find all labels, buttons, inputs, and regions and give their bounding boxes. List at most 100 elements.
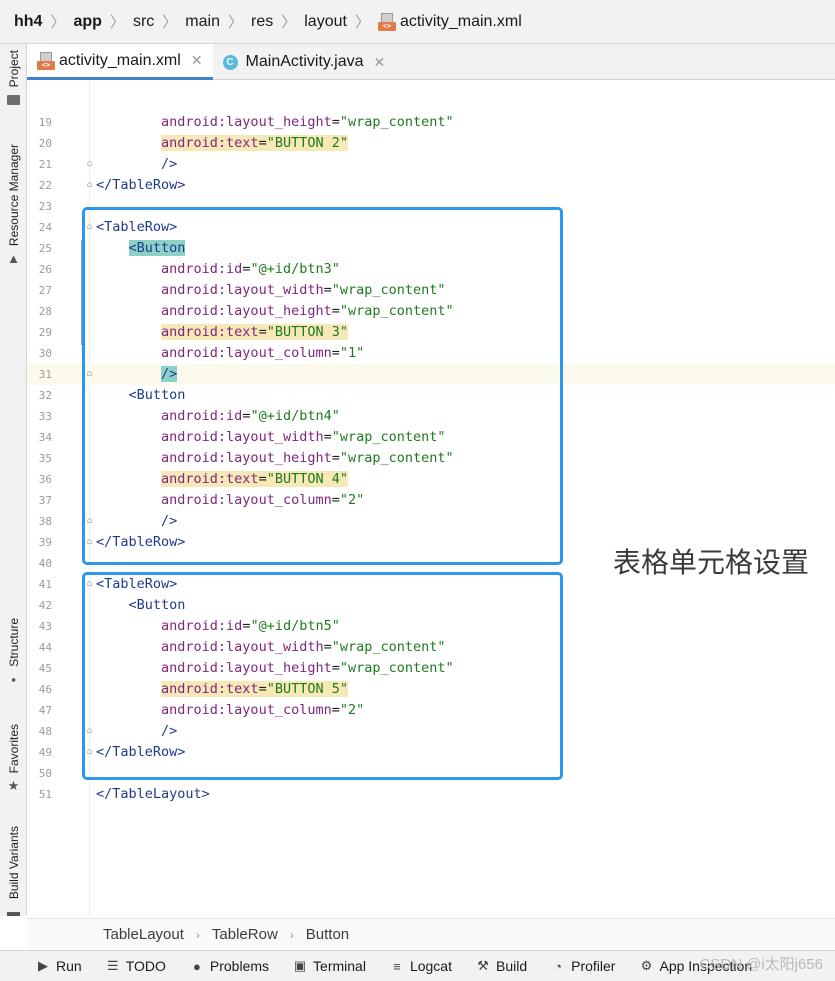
profiler-tool-button[interactable]: ◔ Profiler [551, 958, 615, 974]
build-tool-button[interactable]: ⚒ Build [476, 958, 527, 974]
structure-label: Structure [6, 618, 21, 667]
line-number: 43 [38, 620, 52, 633]
line-number: 29 [38, 326, 52, 339]
breadcrumb-project[interactable]: hh4 [14, 13, 42, 31]
close-icon[interactable]: ✕ [374, 54, 386, 71]
problems-label: Problems [209, 958, 270, 974]
line-number: 47 [38, 704, 52, 717]
breadcrumb-layout[interactable]: layout [304, 13, 347, 31]
fold-marker-icon[interactable]: ⌂ [85, 180, 94, 191]
crumb-table-row[interactable]: TableRow [212, 926, 278, 943]
line-number: 50 [38, 767, 52, 780]
star-icon: ★ [7, 778, 20, 794]
chevron-right-icon: › [289, 927, 294, 942]
crumb-table-layout[interactable]: TableLayout [103, 926, 184, 943]
line-number: 40 [38, 557, 52, 570]
line-number: 36 [38, 473, 52, 486]
line-number: 38 [38, 515, 52, 528]
line-number: 42 [38, 599, 52, 612]
attribute-value: "BUTTON 2" [266, 135, 348, 151]
attribute-name: android:text [161, 135, 259, 151]
code-text: android:text="BUTTON 2" [96, 133, 348, 154]
line-number: 20 [38, 137, 52, 150]
tab-label: activity_main.xml [59, 51, 181, 69]
terminal-tool-button[interactable]: ▣ Terminal [293, 958, 366, 974]
inspection-icon: ⚙ [640, 958, 653, 973]
breadcrumb-file[interactable]: activity_main.xml [400, 13, 522, 31]
chevron-right-icon: 〉 [50, 14, 66, 31]
fold-marker-icon[interactable]: ⌂ [85, 159, 94, 170]
line-number: 25 [38, 242, 52, 255]
problems-tool-button[interactable]: ● Problems [190, 958, 269, 974]
chevron-right-icon: 〉 [354, 14, 370, 31]
code-line[interactable]: 20 android:text="BUTTON 2" [27, 133, 835, 154]
code-line[interactable]: 22 ⌂ </TableRow> [27, 175, 835, 196]
line-number: 22 [38, 179, 52, 192]
tab-label: MainActivity.java [245, 53, 364, 70]
line-number: 35 [38, 452, 52, 465]
favorites-tool-button[interactable]: Favorites ★ [0, 724, 27, 793]
line-number: 41 [38, 578, 52, 591]
code-line[interactable]: 19 android:layout_height="wrap_content" [27, 112, 835, 133]
line-number: 44 [38, 641, 52, 654]
line-number: 28 [38, 305, 52, 318]
tab-activity-main-xml[interactable]: <> activity_main.xml ✕ [27, 44, 213, 80]
line-number: 49 [38, 746, 52, 759]
resource-manager-label: Resource Manager [6, 144, 21, 247]
structure-tool-button[interactable]: Structure ▪ [0, 618, 27, 687]
line-number: 31 [38, 368, 52, 381]
logcat-tool-button[interactable]: ≡ Logcat [390, 958, 452, 974]
chevron-right-icon: › [195, 927, 200, 942]
xml-tag: </TableRow> [96, 177, 186, 193]
line-number: 19 [38, 116, 52, 129]
annotation-label: 表格单元格设置 [613, 546, 810, 579]
breadcrumb-main[interactable]: main [185, 13, 220, 31]
logcat-label: Logcat [409, 958, 452, 974]
folder-icon [7, 95, 20, 106]
code-line[interactable]: 21 ⌂ /> [27, 154, 835, 175]
line-number: 39 [38, 536, 52, 549]
code-text: </TableLayout> [96, 784, 210, 805]
chevron-right-icon: 〉 [162, 14, 178, 31]
hammer-icon: ⚒ [477, 958, 489, 973]
profiler-label: Profiler [571, 958, 616, 974]
editor-breadcrumb: TableLayout › TableRow › Button [27, 918, 835, 950]
xml-tag: </TableLayout> [96, 786, 210, 802]
project-tool-button[interactable]: Project [0, 50, 27, 106]
breadcrumb-module[interactable]: app [73, 13, 101, 31]
play-icon: ▶ [38, 958, 48, 973]
run-label: Run [56, 958, 82, 974]
todo-tool-button[interactable]: ☰ TODO [106, 958, 166, 974]
line-number: 48 [38, 725, 52, 738]
build-variants-label: Build Variants [6, 826, 21, 900]
close-icon[interactable]: ✕ [191, 52, 203, 69]
chevron-right-icon: 〉 [227, 14, 243, 31]
line-number: 26 [38, 263, 52, 276]
chevron-right-icon: 〉 [281, 14, 297, 31]
editor-tab-bar: <> activity_main.xml ✕ C MainActivity.ja… [27, 44, 835, 80]
watermark: CSDN @i太阳j656 [699, 956, 823, 973]
resource-manager-tool-button[interactable]: Resource Manager ▲ [0, 144, 27, 266]
problems-icon: ● [192, 958, 201, 974]
breadcrumb-res[interactable]: res [251, 13, 273, 31]
line-number: 34 [38, 431, 52, 444]
crumb-button[interactable]: Button [306, 926, 349, 943]
run-tool-button[interactable]: ▶ Run [36, 958, 82, 974]
java-class-icon: C [222, 54, 238, 70]
xml-file-icon: <> [37, 51, 55, 70]
breadcrumb-src[interactable]: src [133, 13, 154, 31]
build-variants-tool-button[interactable]: Build Variants ▬ [0, 826, 27, 919]
navigation-bar: hh4 〉 app 〉 src 〉 main 〉 res 〉 layout 〉 … [0, 0, 835, 44]
attribute-name: android:layout_height [161, 114, 332, 130]
code-text: </TableRow> [96, 175, 185, 196]
line-number: 30 [38, 347, 52, 360]
code-text: /> [96, 154, 177, 175]
line-number: 45 [38, 662, 52, 675]
code-line[interactable]: 51 </TableLayout> [27, 784, 835, 805]
equals-sign: = [258, 135, 267, 151]
line-number: 27 [38, 284, 52, 297]
xml-file-icon: <> [377, 12, 396, 31]
tab-main-activity-java[interactable]: C MainActivity.java ✕ [213, 44, 396, 80]
